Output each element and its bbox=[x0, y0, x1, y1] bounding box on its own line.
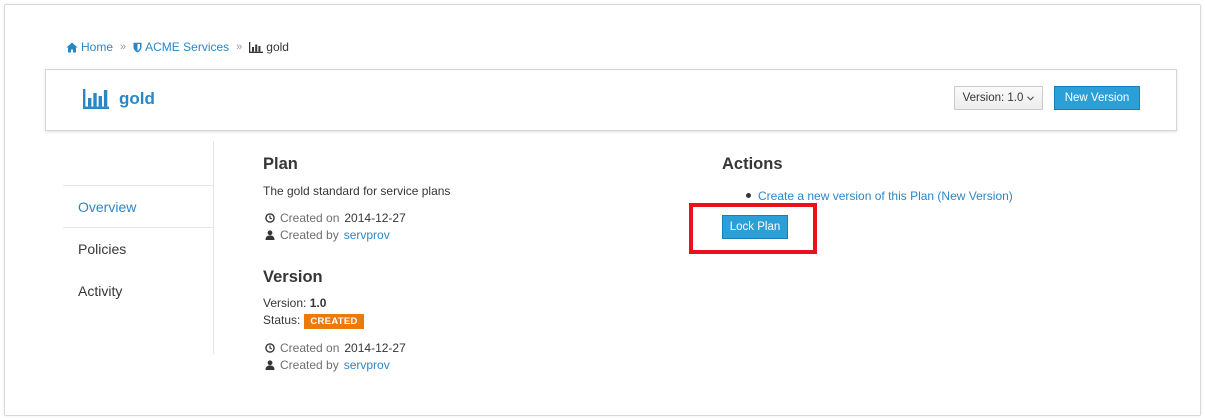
breadcrumb-separator: » bbox=[236, 41, 243, 53]
user-icon bbox=[265, 230, 275, 240]
shield-icon bbox=[133, 42, 142, 53]
breadcrumb-home[interactable]: Home bbox=[66, 40, 113, 54]
plan-created-on: Created on 2014-12-27 bbox=[265, 211, 406, 225]
version-created-on: Created on 2014-12-27 bbox=[265, 341, 406, 355]
bar-chart-icon bbox=[83, 89, 109, 109]
created-by-label: Created by bbox=[280, 358, 339, 372]
breadcrumb-org[interactable]: ACME Services bbox=[133, 40, 229, 54]
clock-icon bbox=[265, 213, 275, 223]
created-by-link[interactable]: servprov bbox=[344, 228, 390, 242]
version-status-label: Status: bbox=[263, 313, 301, 327]
bar-chart-icon bbox=[249, 41, 264, 53]
version-number-label: Version: bbox=[263, 296, 307, 310]
version-dropdown-label: Version: 1.0 bbox=[962, 92, 1024, 104]
breadcrumb-separator: » bbox=[120, 41, 127, 53]
created-on-label: Created on bbox=[280, 341, 340, 355]
plan-created-by: Created by servprov bbox=[265, 228, 390, 242]
plan-heading: Plan bbox=[263, 155, 298, 173]
new-version-button[interactable]: New Version bbox=[1054, 86, 1140, 110]
breadcrumb-home-label: Home bbox=[81, 40, 114, 54]
created-on-label: Created on bbox=[280, 211, 340, 225]
breadcrumb: Home » ACME Services » gold bbox=[66, 40, 289, 54]
status-badge: CREATED bbox=[304, 314, 364, 329]
created-by-label: Created by bbox=[280, 228, 339, 242]
breadcrumb-current-label: gold bbox=[266, 40, 289, 54]
highlight-box bbox=[689, 203, 817, 254]
version-number: Version: 1.0 bbox=[263, 296, 326, 310]
plan-title-label: gold bbox=[119, 89, 155, 108]
home-icon bbox=[66, 42, 78, 53]
sidebar-item-policies[interactable]: Policies bbox=[63, 228, 214, 270]
sidebar-item-overview[interactable]: Overview bbox=[63, 186, 214, 228]
plan-header: gold Version: 1.0 New Version bbox=[45, 69, 1177, 131]
plan-description: The gold standard for service plans bbox=[263, 184, 451, 198]
created-on-value: 2014-12-27 bbox=[344, 341, 406, 355]
version-number-value: 1.0 bbox=[309, 296, 327, 310]
version-status: Status: CREATED bbox=[263, 313, 364, 329]
created-on-value: 2014-12-27 bbox=[344, 211, 406, 225]
sidebar-item-activity[interactable]: Activity bbox=[63, 270, 214, 312]
actions-heading: Actions bbox=[722, 155, 783, 173]
version-created-by: Created by servprov bbox=[265, 358, 390, 372]
version-dropdown[interactable]: Version: 1.0 bbox=[954, 86, 1043, 110]
chevron-down-icon bbox=[1027, 95, 1035, 101]
breadcrumb-org-label: ACME Services bbox=[145, 40, 230, 54]
clock-icon bbox=[265, 343, 275, 353]
user-icon bbox=[265, 360, 275, 370]
page-title: gold bbox=[83, 89, 155, 109]
created-by-link[interactable]: servprov bbox=[344, 358, 390, 372]
breadcrumb-current: gold bbox=[249, 40, 289, 54]
create-new-version-link[interactable]: Create a new version of this Plan (New V… bbox=[746, 189, 1013, 203]
version-heading: Version bbox=[263, 268, 323, 286]
